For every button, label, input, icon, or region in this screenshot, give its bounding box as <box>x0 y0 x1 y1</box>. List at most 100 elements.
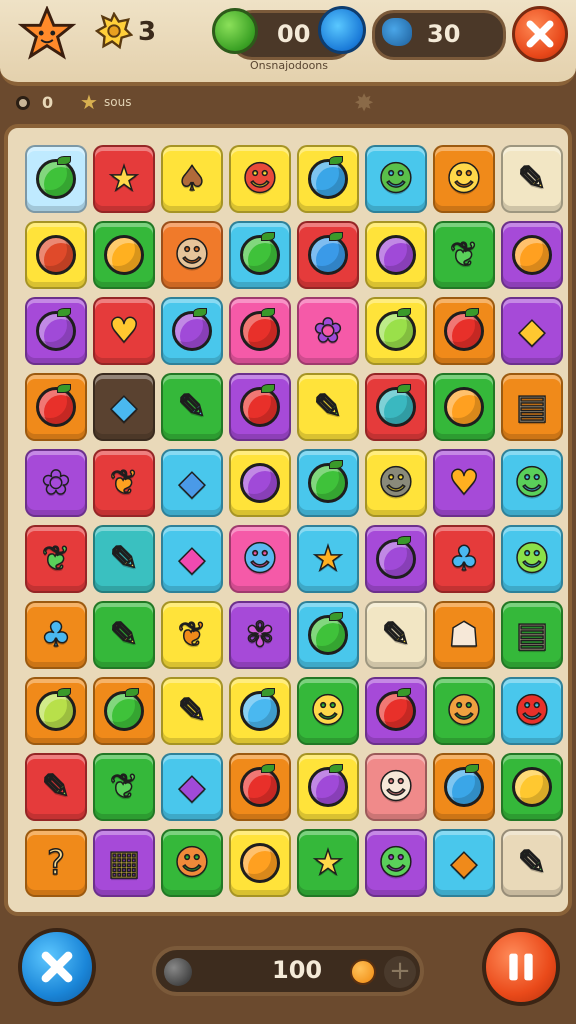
tile[interactable]: ? <box>25 829 87 897</box>
tile[interactable] <box>365 373 427 441</box>
tile[interactable]: ☻ <box>297 677 359 745</box>
tile[interactable]: ★ <box>297 829 359 897</box>
tile[interactable] <box>365 221 427 289</box>
tile[interactable]: ◆ <box>501 297 563 365</box>
tile[interactable]: ☻ <box>365 829 427 897</box>
leaf-icon <box>57 156 71 165</box>
tile[interactable]: ◆ <box>161 753 223 821</box>
green-coin-value: 00 <box>277 20 311 48</box>
tile[interactable]: ✎ <box>25 753 87 821</box>
tile[interactable]: ☻ <box>229 145 291 213</box>
tile[interactable]: ❦ <box>433 221 495 289</box>
eggplant-icon <box>376 235 416 275</box>
tile[interactable] <box>229 449 291 517</box>
leaf-icon <box>57 308 71 317</box>
tile[interactable]: ☻ <box>501 449 563 517</box>
leaf-icon <box>57 384 71 393</box>
tile[interactable] <box>433 373 495 441</box>
tile[interactable]: ✎ <box>297 373 359 441</box>
tile[interactable]: ▤ <box>501 373 563 441</box>
tile[interactable]: ★ <box>93 145 155 213</box>
tile[interactable]: ✎ <box>161 373 223 441</box>
tile[interactable]: ☻ <box>365 753 427 821</box>
tile[interactable] <box>229 753 291 821</box>
tile[interactable]: ❦ <box>93 449 155 517</box>
tile[interactable] <box>161 297 223 365</box>
tile[interactable]: ✿ <box>297 297 359 365</box>
tile[interactable]: ❦ <box>25 525 87 593</box>
gem-icon: ◆ <box>178 767 206 807</box>
tile[interactable]: ★ <box>297 525 359 593</box>
tile[interactable]: ◆ <box>161 525 223 593</box>
green-gem-icon <box>212 8 258 54</box>
close-button[interactable] <box>512 6 568 62</box>
tile[interactable] <box>25 677 87 745</box>
tile[interactable] <box>93 221 155 289</box>
tile[interactable]: ☗ <box>433 601 495 669</box>
tile[interactable] <box>229 297 291 365</box>
tile[interactable] <box>25 373 87 441</box>
tile[interactable]: ✾ <box>229 601 291 669</box>
tile[interactable]: ☻ <box>365 145 427 213</box>
apple-icon <box>36 387 76 427</box>
tile[interactable] <box>365 297 427 365</box>
tile[interactable] <box>501 753 563 821</box>
tile[interactable] <box>297 449 359 517</box>
creature-icon: ☻ <box>514 691 551 731</box>
tile[interactable]: ◆ <box>433 829 495 897</box>
tile[interactable]: ✿ <box>25 449 87 517</box>
pause-button[interactable] <box>482 928 560 1006</box>
tile[interactable] <box>229 373 291 441</box>
tile[interactable]: ◆ <box>161 449 223 517</box>
tile[interactable] <box>93 677 155 745</box>
tile[interactable]: ♣ <box>433 525 495 593</box>
tile[interactable]: ☻ <box>501 677 563 745</box>
tile[interactable] <box>297 145 359 213</box>
tile[interactable]: ♠ <box>161 145 223 213</box>
onion-icon: ☗ <box>448 615 480 655</box>
tile[interactable] <box>25 145 87 213</box>
tile[interactable]: ✎ <box>93 525 155 593</box>
tile[interactable]: ☻ <box>501 525 563 593</box>
tile[interactable] <box>365 525 427 593</box>
tile[interactable] <box>501 221 563 289</box>
creature-icon: ☻ <box>242 539 279 579</box>
creature-icon: ☻ <box>446 159 483 199</box>
quit-button[interactable] <box>18 928 96 1006</box>
tile[interactable] <box>297 753 359 821</box>
tile[interactable] <box>229 221 291 289</box>
top-bar: 3 00 30 Onsnajodoons <box>0 0 576 86</box>
tile[interactable]: ❦ <box>93 753 155 821</box>
fruit-icon <box>240 843 280 883</box>
tile[interactable]: ✎ <box>501 829 563 897</box>
tile[interactable]: ♥ <box>433 449 495 517</box>
tile[interactable] <box>365 677 427 745</box>
tile[interactable]: ☻ <box>161 221 223 289</box>
tile[interactable] <box>433 753 495 821</box>
tile[interactable] <box>229 677 291 745</box>
tile[interactable]: ◆ <box>93 373 155 441</box>
tile[interactable]: ☻ <box>365 449 427 517</box>
tile[interactable]: ✎ <box>501 145 563 213</box>
tile[interactable]: ☻ <box>161 829 223 897</box>
tile[interactable]: ✎ <box>161 677 223 745</box>
tile[interactable] <box>25 221 87 289</box>
tile[interactable]: ▦ <box>93 829 155 897</box>
tile[interactable] <box>25 297 87 365</box>
star-mascot-icon <box>18 6 76 60</box>
tile[interactable]: ☻ <box>229 525 291 593</box>
tile[interactable] <box>297 221 359 289</box>
tile[interactable]: ✎ <box>365 601 427 669</box>
tile[interactable] <box>433 297 495 365</box>
tile[interactable] <box>297 601 359 669</box>
leaf-icon <box>57 688 71 697</box>
tile[interactable]: ☻ <box>433 145 495 213</box>
tile[interactable]: ▤ <box>501 601 563 669</box>
tile[interactable] <box>229 829 291 897</box>
tile[interactable]: ♣ <box>25 601 87 669</box>
tile[interactable]: ✎ <box>93 601 155 669</box>
tile[interactable]: ♥ <box>93 297 155 365</box>
tile[interactable]: ☻ <box>433 677 495 745</box>
tile[interactable]: ❦ <box>161 601 223 669</box>
add-button[interactable]: + <box>384 956 416 988</box>
